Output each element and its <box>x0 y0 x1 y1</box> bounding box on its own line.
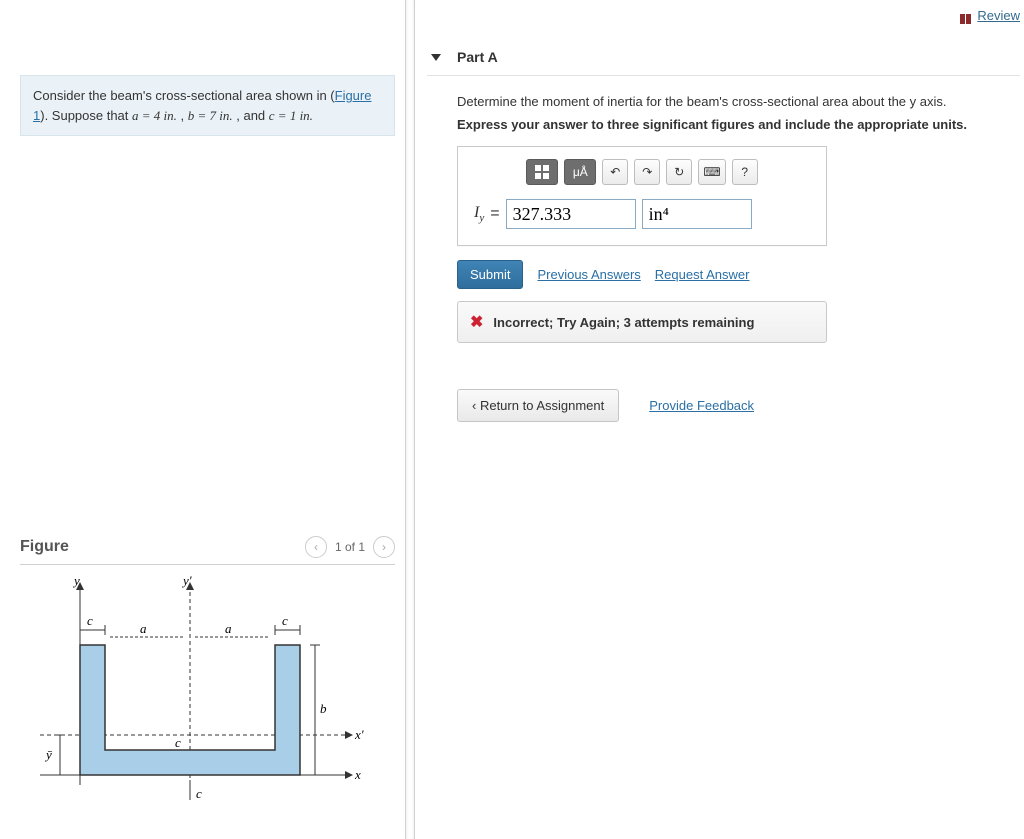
column-divider <box>405 0 415 839</box>
expr-a: a = 4 in. <box>132 108 177 123</box>
figure-title: Figure <box>20 538 305 556</box>
answer-value-input[interactable] <box>506 199 636 229</box>
svg-text:c: c <box>196 786 202 801</box>
feedback-box: ✖ Incorrect; Try Again; 3 attempts remai… <box>457 301 827 343</box>
expr-c: c = 1 in. <box>269 108 313 123</box>
svg-text:a: a <box>225 621 232 636</box>
templates-button[interactable] <box>526 159 558 185</box>
svg-text:x': x' <box>354 727 364 742</box>
svg-text:y': y' <box>181 575 192 588</box>
svg-text:c: c <box>282 613 288 628</box>
request-answer-link[interactable]: Request Answer <box>655 267 750 282</box>
instruction-secondary: Express your answer to three significant… <box>457 117 1020 132</box>
provide-feedback-link[interactable]: Provide Feedback <box>649 398 754 413</box>
submit-button[interactable]: Submit <box>457 260 523 289</box>
figure-prev-button[interactable]: ‹ <box>305 536 327 558</box>
svg-text:c: c <box>87 613 93 628</box>
answer-equals: = <box>490 205 499 223</box>
problem-statement: Consider the beam's cross-sectional area… <box>20 75 395 136</box>
symbols-button[interactable]: μÅ <box>564 159 596 185</box>
instruction-primary: Determine the moment of inertia for the … <box>457 94 1020 109</box>
redo-button[interactable]: ↷ <box>634 159 660 185</box>
part-header[interactable]: Part A <box>427 37 1020 76</box>
review-link[interactable]: Review <box>977 8 1020 23</box>
figure-diagram: x y y' x' c c <box>20 575 380 805</box>
keyboard-button[interactable]: ⌨ <box>698 159 725 185</box>
svg-text:b: b <box>320 701 327 716</box>
svg-text:a: a <box>140 621 147 636</box>
svg-text:y: y <box>72 575 80 588</box>
previous-answers-link[interactable]: Previous Answers <box>537 267 640 282</box>
answer-toolbar: μÅ ↶ ↷ ↻ ⌨ ? <box>474 159 810 185</box>
problem-text-1: Consider the beam's cross-sectional area… <box>33 88 335 103</box>
svg-text:ȳ: ȳ <box>44 747 52 762</box>
part-title: Part A <box>457 49 498 65</box>
figure-next-button[interactable]: › <box>373 536 395 558</box>
figure-pager-text: 1 of 1 <box>335 540 365 554</box>
answer-units-input[interactable] <box>642 199 752 229</box>
answer-panel: μÅ ↶ ↷ ↻ ⌨ ? Iy = <box>457 146 827 246</box>
problem-text-2: ). Suppose that <box>40 108 132 123</box>
svg-text:x: x <box>354 767 361 782</box>
reset-button[interactable]: ↻ <box>666 159 692 185</box>
answer-lhs: Iy <box>474 204 484 224</box>
collapse-icon <box>431 54 441 61</box>
help-button[interactable]: ? <box>732 159 758 185</box>
figure-pager: ‹ 1 of 1 › <box>305 536 395 558</box>
return-button[interactable]: ‹ Return to Assignment <box>457 389 619 422</box>
undo-button[interactable]: ↶ <box>602 159 628 185</box>
expr-b: b = 7 in. <box>188 108 233 123</box>
incorrect-icon: ✖ <box>470 312 483 332</box>
svg-text:c: c <box>175 735 181 750</box>
feedback-text: Incorrect; Try Again; 3 attempts remaini… <box>493 315 754 330</box>
review-icon <box>958 12 972 22</box>
